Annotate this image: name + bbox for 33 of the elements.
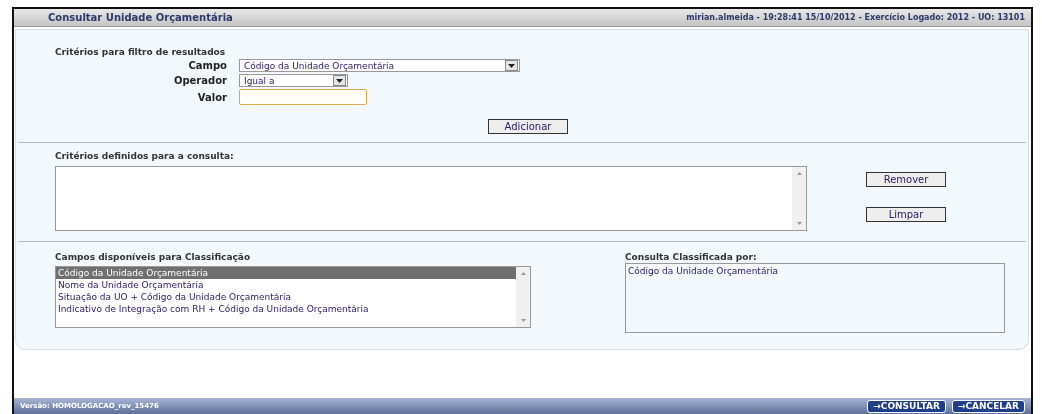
list-option[interactable]: Código da Unidade Orçamentária <box>56 267 516 279</box>
list-option[interactable]: Situação da UO + Código da Unidade Orçamentária <box>56 291 516 303</box>
section-heading: Critérios para filtro de resultados <box>55 47 227 57</box>
footer-button[interactable]: →CANCELAR <box>951 399 1025 413</box>
section-heading: Campos disponíveis para Classificação <box>55 252 252 262</box>
input-field[interactable] <box>239 89 367 105</box>
scrollbar[interactable] <box>792 167 806 230</box>
criteria-list[interactable] <box>55 166 807 231</box>
field-label: Valor <box>196 91 228 103</box>
scroll-up-icon[interactable] <box>520 272 526 275</box>
scroll-down-icon[interactable] <box>520 319 526 322</box>
dropdown[interactable]: Igual a <box>239 74 348 87</box>
add-button[interactable]: Adicionar <box>488 119 568 134</box>
action-button[interactable]: Remover <box>866 172 946 187</box>
list-option[interactable]: Código da Unidade Orçamentária <box>626 265 1004 277</box>
available-fields-list[interactable]: Código da Unidade Orçamentária Nome da Unidade Orçamentária Situação da UO + Código da Unidade Orçamentária Indicativo de Integração com RH + Código da Unidade Orçamentária <box>55 266 531 328</box>
sorted-by-list[interactable]: Código da Unidade Orçamentária <box>625 263 1005 333</box>
scroll-up-icon[interactable] <box>796 172 802 175</box>
scroll-down-icon[interactable] <box>796 222 802 225</box>
dropdown[interactable]: Código da Unidade Orçamentária <box>239 59 520 72</box>
window-title: Consultar Unidade Orçamentária <box>48 12 233 23</box>
list-option[interactable]: Nome da Unidade Orçamentária <box>56 279 516 291</box>
session-info: mirian.almeida - 19:28:41 15/10/2012 - Exercício Logado: 2012 - UO: 13101 <box>686 13 1025 22</box>
section-heading: Critérios definidos para a consulta: <box>55 151 235 161</box>
scrollbar[interactable] <box>516 267 530 327</box>
field-label: Operador <box>172 75 228 86</box>
field-label: Campo <box>187 60 228 71</box>
footer-button[interactable]: →CONSULTAR <box>867 399 946 413</box>
action-button[interactable]: Limpar <box>866 207 946 222</box>
section-heading: Consulta Classificada por: <box>625 252 758 262</box>
dropdown-arrow-icon[interactable] <box>505 60 518 71</box>
list-option[interactable]: Indicativo de Integração com RH + Código da Unidade Orçamentária <box>56 303 516 315</box>
dropdown-arrow-icon[interactable] <box>333 75 346 86</box>
